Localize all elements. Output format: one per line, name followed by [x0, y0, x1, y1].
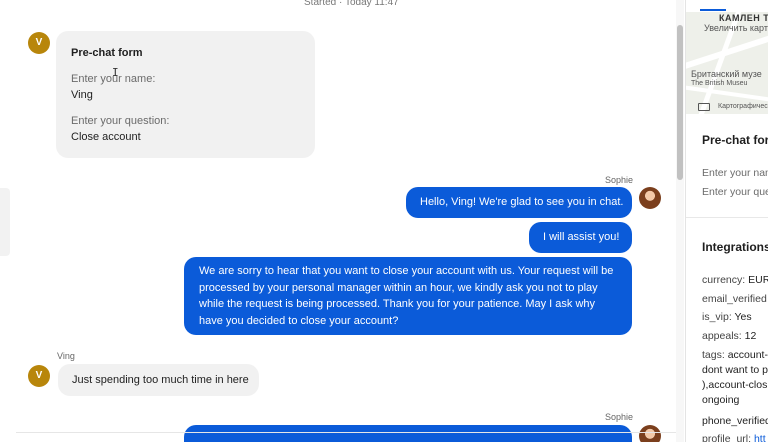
visitor-avatar: V: [28, 365, 50, 387]
message-text: We are sorry to hear that you want to cl…: [199, 265, 614, 327]
integration-row: phone_verified: [702, 415, 768, 427]
prechat-question-label: Enter your question:: [71, 115, 170, 127]
tags-continued: dont want to p: [702, 364, 768, 376]
agent-name-label: Sophie: [605, 412, 634, 422]
integrations-title: Integrations: [702, 240, 768, 254]
message-text: I will assist you!: [543, 231, 620, 243]
integration-row: appeals: 12: [702, 330, 757, 342]
integration-row: currency: EUR: [702, 274, 768, 286]
agent-message[interactable]: [184, 425, 632, 442]
section-divider: [686, 217, 768, 218]
prechat-row: Enter your que: [702, 186, 768, 198]
composer-divider: [16, 432, 676, 433]
integration-row: email_verified: [702, 293, 767, 305]
map-district-label: КАМЛЕН Т: [719, 13, 768, 23]
integration-row: tags: account-: [702, 349, 768, 361]
map-widget[interactable]: КАМЛЕН Т Увеличить карту Британский музе…: [686, 12, 768, 114]
integration-row: profile_url: htt: [702, 433, 766, 442]
prechat-title: Pre-chat form: [71, 47, 143, 59]
map-place-label-en: The British Museu: [691, 80, 748, 87]
tags-continued: ongoing: [702, 394, 740, 406]
keyboard-icon[interactable]: [698, 103, 710, 111]
text-cursor-icon: I: [112, 66, 119, 79]
agent-avatar: [639, 425, 661, 442]
map-enlarge-link[interactable]: Увеличить карту: [704, 23, 768, 33]
message-text: Just spending too much time in here: [72, 374, 249, 386]
chat-scrollbar-thumb[interactable]: [677, 25, 683, 180]
agent-name-label: Sophie: [605, 175, 634, 185]
agent-message[interactable]: We are sorry to hear that you want to cl…: [184, 257, 632, 335]
active-tab-indicator: [700, 9, 726, 11]
prechat-row: Enter your nam: [702, 167, 768, 179]
prechat-question-value: Close account: [71, 131, 141, 143]
visitor-avatar: V: [28, 32, 50, 54]
agent-message[interactable]: I will assist you!: [529, 222, 632, 253]
map-data-label: Картографичес: [718, 103, 768, 110]
agent-avatar: [639, 187, 661, 209]
customer-info-panel: КАМЛЕН Т Увеличить карту Британский музе…: [685, 0, 768, 442]
prechat-form-card: Pre-chat form Enter your name: Ving Ente…: [56, 31, 315, 158]
tags-continued: ),account-clos: [702, 379, 768, 391]
visitor-name-label: Ving: [57, 351, 75, 361]
integration-row: is_vip: Yes: [702, 311, 752, 323]
profile-url-link[interactable]: htt: [754, 433, 766, 442]
prechat-name-value: Ving: [71, 89, 93, 101]
left-collapse-tab[interactable]: [0, 188, 10, 256]
chat-started-pill: Started · Today 11:47: [294, 0, 409, 17]
agent-message[interactable]: Hello, Ving! We're glad to see you in ch…: [406, 187, 632, 218]
message-text: Hello, Ving! We're glad to see you in ch…: [420, 196, 624, 208]
map-place-label: Британский музе: [691, 69, 762, 79]
prechat-section-title: Pre-chat for: [702, 133, 768, 147]
visitor-message[interactable]: Just spending too much time in here: [58, 364, 259, 396]
chat-area: Started · Today 11:47 V Pre-chat form En…: [16, 0, 676, 442]
